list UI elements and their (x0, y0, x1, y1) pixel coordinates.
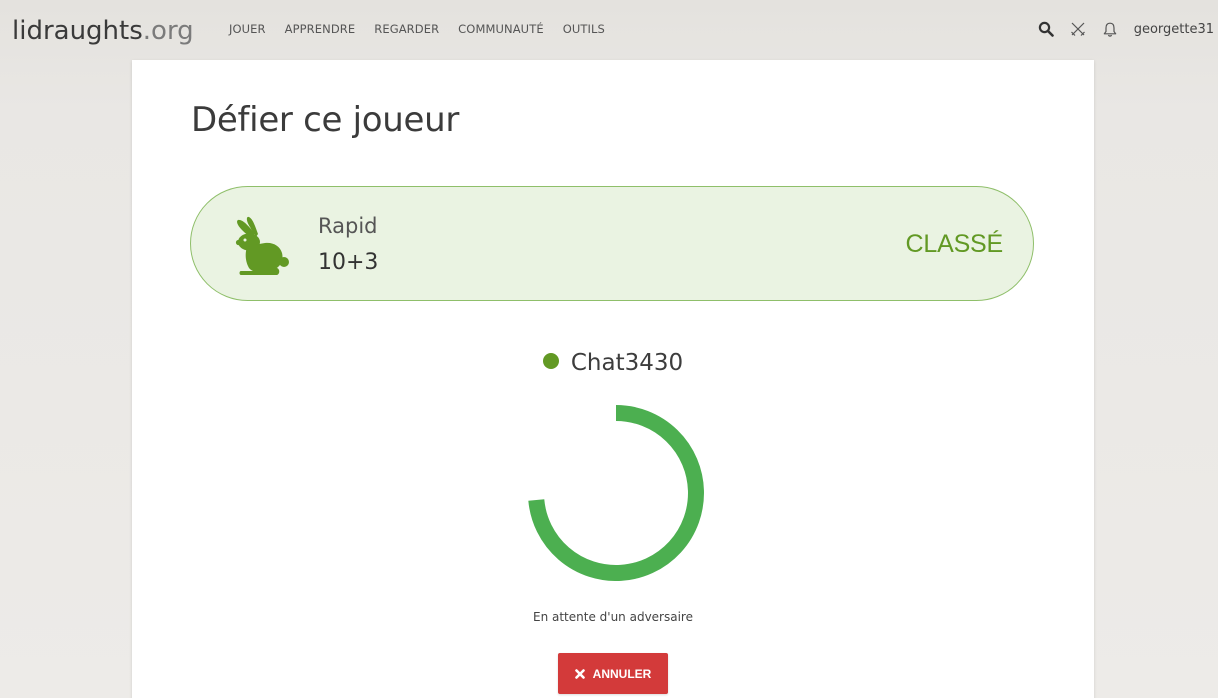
rated-label: CLASSÉ (905, 230, 1004, 258)
top-bar: lidraughts.org JOUER APPRENDRE REGARDER … (0, 0, 1218, 62)
nav-item-jouer[interactable]: JOUER (229, 22, 266, 36)
nav-item-communaute[interactable]: COMMUNAUTÉ (458, 22, 544, 36)
cancel-button[interactable]: ANNULER (558, 653, 668, 694)
site-logo[interactable]: lidraughts.org (12, 12, 194, 50)
page-title: Défier ce joueur (191, 100, 460, 140)
opponent-name[interactable]: Chat3430 (571, 350, 683, 376)
game-mode-panel: Rapid 10+3 CLASSÉ (190, 186, 1034, 301)
waiting-message: En attente d'un adversaire (533, 610, 693, 624)
nav-item-apprendre[interactable]: APPRENDRE (285, 22, 356, 36)
site-tools: georgette31 (1036, 19, 1218, 39)
search-icon[interactable] (1036, 19, 1056, 39)
main-nav: JOUER APPRENDRE REGARDER COMMUNAUTÉ OUTI… (229, 22, 624, 36)
online-status-icon (542, 353, 559, 369)
time-control: 10+3 (318, 250, 379, 275)
opponent: Chat3430 (132, 350, 1094, 376)
cancel-label: ANNULER (592, 666, 652, 681)
challenge-card: Défier ce joueur Rapid 10+3 CLASSÉ Chat3… (132, 60, 1094, 698)
game-mode-name: Rapid (318, 214, 378, 238)
logo-main: lidraughts (12, 16, 143, 46)
username-link[interactable]: georgette31 (1134, 22, 1214, 37)
nav-item-outils[interactable]: OUTILS (563, 22, 605, 36)
crossed-swords-icon[interactable] (1068, 19, 1088, 39)
logo-tld: .org (142, 16, 194, 46)
bell-icon[interactable] (1100, 19, 1120, 39)
nav-item-regarder[interactable]: REGARDER (374, 22, 439, 36)
loading-spinner (528, 405, 704, 581)
rabbit-icon (235, 216, 289, 275)
close-icon (574, 668, 585, 679)
